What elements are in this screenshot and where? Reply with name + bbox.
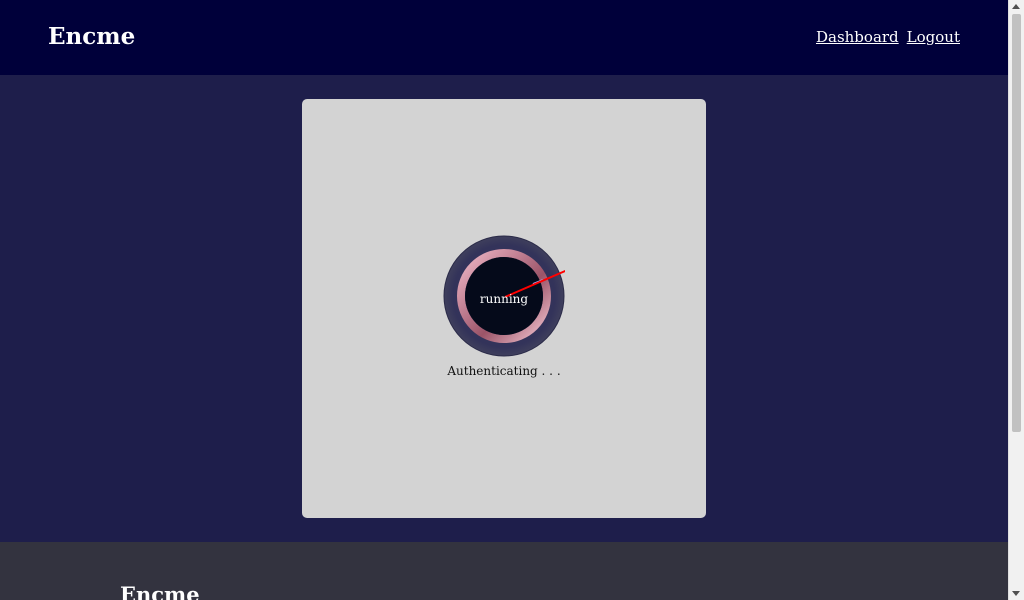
logout-link[interactable]: Logout bbox=[907, 28, 960, 46]
spinner-status-label: running bbox=[479, 292, 529, 306]
auth-status-text: Authenticating . . . bbox=[447, 364, 561, 378]
loading-dial-icon: running bbox=[443, 235, 565, 357]
brand-logo[interactable]: Encme bbox=[48, 22, 135, 52]
scroll-thumb[interactable] bbox=[1012, 14, 1021, 432]
top-nav-bar: Encme Dashboard Logout bbox=[0, 0, 1008, 75]
dashboard-link[interactable]: Dashboard bbox=[816, 28, 899, 46]
scroll-down-icon[interactable] bbox=[1012, 591, 1020, 596]
footer: Encme bbox=[0, 542, 1008, 600]
footer-brand: Encme bbox=[120, 582, 200, 600]
scroll-up-icon[interactable] bbox=[1012, 4, 1020, 9]
main-content: running Authenticating . . . bbox=[0, 75, 1008, 542]
page: Encme Dashboard Logout running Authentic… bbox=[0, 0, 1008, 600]
nav-links: Dashboard Logout bbox=[816, 28, 960, 46]
auth-card: running Authenticating . . . bbox=[302, 99, 706, 518]
page-scrollbar[interactable] bbox=[1008, 0, 1024, 600]
